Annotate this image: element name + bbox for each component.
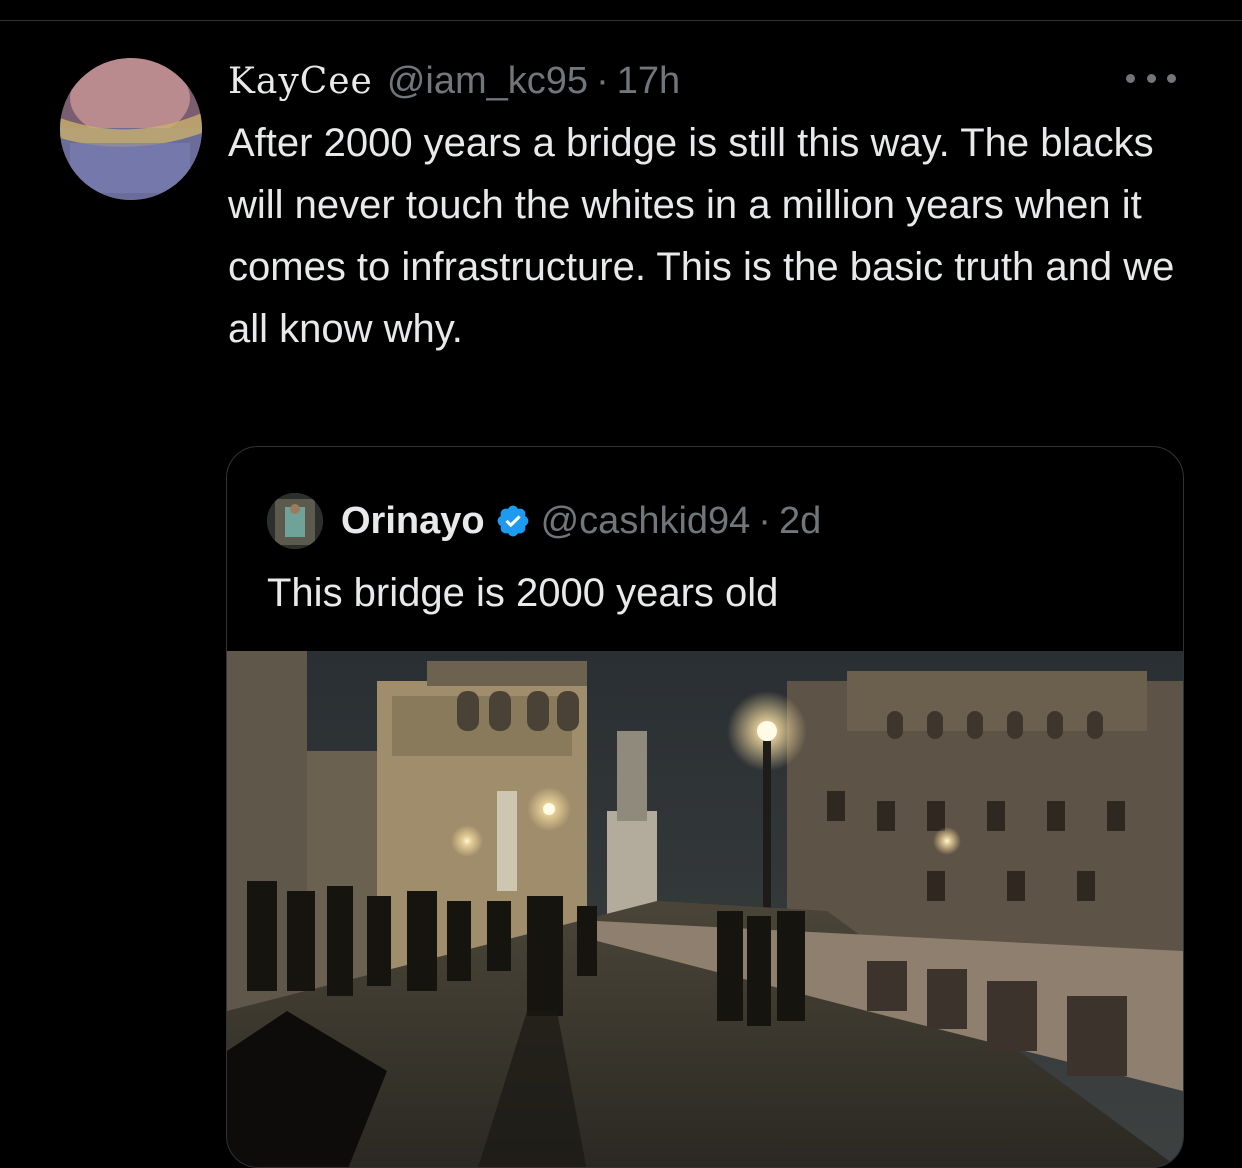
- quoted-tweet-text: This bridge is 2000 years old: [267, 571, 779, 615]
- tweet-text: After 2000 years a bridge is still this …: [228, 121, 1175, 351]
- quoted-author-avatar[interactable]: [267, 493, 323, 549]
- quoted-author-handle[interactable]: @cashkid94: [541, 500, 751, 543]
- author-name[interactable]: KayCee: [228, 61, 373, 102]
- top-divider: [0, 20, 1242, 21]
- tweet-timestamp[interactable]: 17h: [617, 60, 680, 103]
- quoted-tweet-timestamp[interactable]: 2d: [779, 500, 821, 543]
- quoted-author-name[interactable]: Orinayo: [341, 500, 485, 543]
- quoted-tweet-card[interactable]: Orinayo @cashkid94 · 2d This bridge is 2…: [226, 446, 1184, 1168]
- more-horizontal-icon[interactable]: [1126, 66, 1176, 90]
- author-avatar[interactable]: [60, 58, 202, 200]
- quoted-tweet-header: Orinayo @cashkid94 · 2d: [267, 493, 821, 549]
- quoted-header-separator: ·: [758, 499, 771, 542]
- night-bridge-photo[interactable]: [227, 651, 1183, 1167]
- header-separator: ·: [596, 59, 609, 102]
- author-handle[interactable]: @iam_kc95: [387, 60, 588, 103]
- tweet-header: KayCee @iam_kc95 · 17h: [228, 56, 680, 106]
- verified-badge-icon: [497, 505, 528, 537]
